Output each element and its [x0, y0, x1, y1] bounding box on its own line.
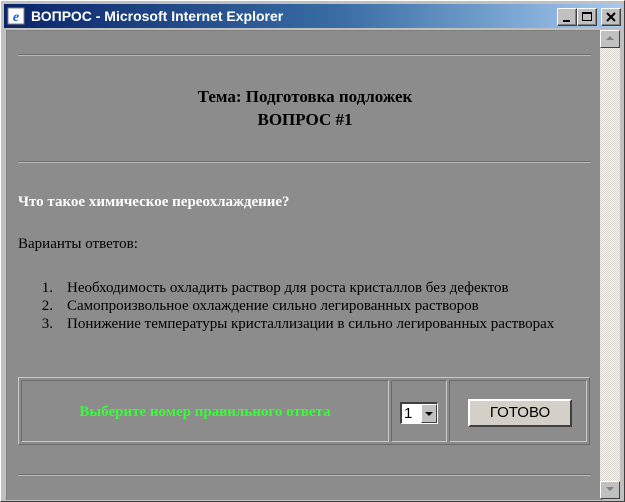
window-title: ВОПРОС - Microsoft Internet Explorer: [31, 8, 284, 24]
answer-text: Самопроизвольное охлаждение сильно легир…: [67, 298, 479, 314]
selected-value: 1: [404, 405, 413, 422]
divider: [18, 54, 591, 56]
arrow-up-icon: [606, 36, 614, 40]
answer-list: 1. Необходимость охладить раствор для ро…: [37, 279, 557, 333]
answer-form: Выберите номер правильного ответа 1 ГОТО…: [18, 377, 590, 445]
answer-number-select[interactable]: 1: [400, 402, 438, 424]
page-content: Тема: Подготовка подложек ВОПРОС #1 Что …: [6, 30, 603, 500]
browser-window: e ВОПРОС - Microsoft Internet Explorer Т…: [0, 0, 625, 502]
question-text: Что такое химическое переохлаждение?: [18, 194, 290, 210]
answer-item: 3. Понижение температуры кристаллизации …: [37, 315, 557, 333]
prompt-cell: Выберите номер правильного ответа: [21, 380, 389, 442]
submit-button[interactable]: ГОТОВО: [468, 399, 572, 427]
variants-label: Варианты ответов:: [18, 236, 138, 252]
answer-text: Необходимость охладить раствор для роста…: [67, 280, 509, 296]
select-cell: 1: [391, 380, 447, 442]
scroll-down-button[interactable]: [600, 481, 620, 499]
dropdown-arrow-button[interactable]: [421, 404, 437, 423]
minimize-icon: [563, 20, 570, 22]
chevron-down-icon: [425, 412, 433, 416]
divider: [18, 161, 591, 163]
maximize-icon: [582, 12, 592, 21]
minimize-button[interactable]: [557, 8, 577, 26]
vertical-scrollbar[interactable]: [600, 30, 620, 499]
divider: [18, 474, 591, 476]
title-bar: e ВОПРОС - Microsoft Internet Explorer: [4, 4, 621, 28]
answer-item: 2. Самопроизвольное охлаждение сильно ле…: [37, 297, 557, 315]
question-number: ВОПРОС #1: [257, 110, 353, 129]
arrow-down-icon: [606, 487, 614, 491]
maximize-button[interactable]: [577, 8, 597, 26]
answer-number: 3.: [41, 316, 53, 332]
answer-item: 1. Необходимость охладить раствор для ро…: [37, 279, 557, 297]
answer-number: 2.: [41, 298, 53, 314]
close-button[interactable]: [601, 8, 621, 26]
answer-number: 1.: [41, 280, 53, 296]
topic-heading: Тема: Подготовка подложек: [197, 87, 413, 106]
answer-prompt: Выберите номер правильного ответа: [79, 404, 331, 420]
submit-cell: ГОТОВО: [449, 380, 587, 442]
close-icon: [606, 12, 616, 22]
internet-explorer-icon[interactable]: e: [7, 7, 25, 25]
answer-text: Понижение температуры кристаллизации в с…: [67, 316, 555, 332]
scroll-up-button[interactable]: [600, 30, 620, 48]
svg-text:e: e: [13, 10, 19, 25]
